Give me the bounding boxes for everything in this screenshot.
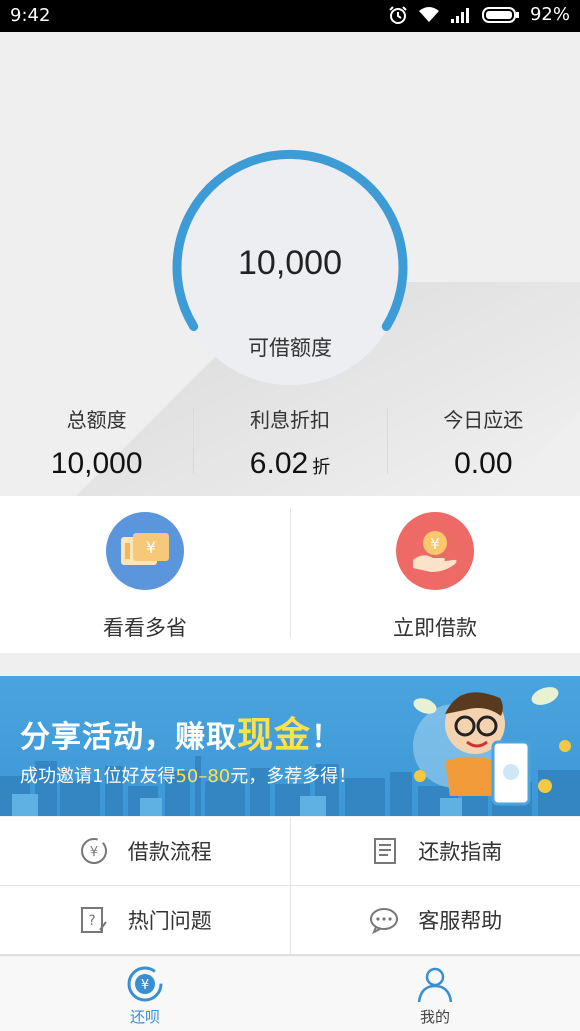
menu-label: 借款流程 (127, 840, 212, 864)
chat-icon (370, 908, 399, 935)
bottom-tab-bar: ¥ 还呗 我的 (0, 955, 580, 1031)
cartoon-boy-illustration (413, 687, 571, 806)
stat-value: 10,000 (0, 447, 193, 481)
menu-customer-service[interactable]: 客服帮助 (289, 886, 580, 954)
menu-label: 客服帮助 (418, 909, 503, 933)
battery-icon (481, 6, 519, 23)
svg-text:?: ? (88, 913, 95, 929)
stat-total-limit: 总额度 10,000 (0, 400, 193, 490)
menu-label: 还款指南 (418, 840, 503, 864)
action-panel: ¥ 看看多省 ¥ 立即借款 (0, 496, 580, 653)
svg-text:¥: ¥ (90, 845, 98, 860)
help-menu: ¥ 借款流程 还款指南 ? 热门问题 客服帮助 (0, 817, 580, 955)
banner-subtitle: 成功邀请1位好友得50–80元，多荐多得！ (20, 762, 356, 788)
save-more-button[interactable]: ¥ 看看多省 (0, 496, 290, 653)
svg-text:¥: ¥ (141, 978, 149, 993)
available-label: 可借额度 (248, 336, 332, 360)
tab-huanbei[interactable]: ¥ 还呗 (0, 956, 290, 1031)
stat-label: 总额度 (66, 408, 127, 432)
stat-unit: 折 (312, 457, 331, 477)
save-more-label: 看看多省 (103, 616, 187, 640)
tab-label: 还呗 (129, 1008, 160, 1026)
stat-value: 6.02 折 (193, 447, 386, 481)
tab-mine[interactable]: 我的 (290, 956, 580, 1031)
yen-tab-icon: ¥ (127, 966, 163, 1002)
question-icon: ? (80, 907, 107, 933)
wifi-icon (418, 6, 439, 22)
banner-sub-text: 成功邀请1位好友得 (20, 766, 176, 787)
stat-number: 6.02 (249, 447, 309, 480)
banner-title-highlight: 现金 (237, 715, 312, 756)
banner-sub-highlight: 50–80 (175, 766, 231, 787)
available-amount: 10,000 (238, 244, 342, 282)
menu-repay-guide[interactable]: 还款指南 (289, 817, 580, 885)
yen-cycle-icon: ¥ (80, 838, 107, 864)
menu-borrow-process[interactable]: ¥ 借款流程 (0, 817, 290, 885)
battery-percent: 92% (529, 4, 570, 25)
banner-title-text: 分享活动，赚取 (20, 720, 237, 755)
svg-text:¥: ¥ (146, 538, 156, 557)
signal-icon (450, 7, 469, 23)
tab-label: 我的 (419, 1008, 450, 1026)
borrow-now-label: 立即借款 (393, 616, 477, 640)
stat-number: 10,000 (50, 447, 143, 480)
share-promo-banner[interactable]: 分享活动，赚取现金！ 成功邀请1位好友得50–80元，多荐多得！ (0, 676, 580, 816)
menu-faq[interactable]: ? 热门问题 (0, 886, 290, 954)
stat-label: 利息折扣 (249, 408, 330, 432)
menu-label: 热门问题 (127, 909, 212, 933)
status-time: 9:42 (10, 5, 51, 26)
stat-number: 0.00 (454, 447, 513, 480)
borrow-now-button[interactable]: ¥ 立即借款 (290, 496, 580, 653)
stat-due-today: 今日应还 0.00 (386, 400, 580, 490)
banner-title-suffix: ！ (311, 720, 343, 755)
stat-value: 0.00 (387, 447, 580, 481)
banner-sub-suffix: 元，多荐多得！ (230, 766, 357, 787)
alarm-icon (389, 5, 407, 24)
stat-label: 今日应还 (443, 408, 524, 432)
stat-interest-discount: 利息折扣 6.02 折 (193, 400, 386, 490)
svg-text:¥: ¥ (430, 535, 440, 553)
banner-title: 分享活动，赚取现金！ (20, 706, 342, 758)
scroll-icon (374, 838, 397, 864)
hand-coin-icon: ¥ (396, 512, 474, 590)
coupon-icon: ¥ (106, 512, 184, 590)
stats-row: 总额度 10,000 利息折扣 6.02 折 今日应还 0.00 (0, 400, 580, 490)
person-icon (417, 967, 453, 1003)
status-bar: 9:42 92% (0, 0, 580, 32)
